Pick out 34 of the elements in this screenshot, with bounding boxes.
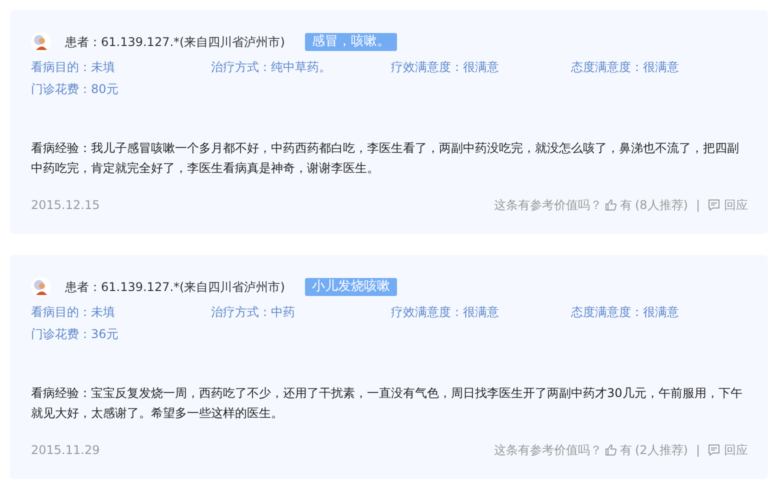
info-field: 门诊花费：36元 — [31, 323, 211, 345]
comment-icon — [708, 444, 720, 456]
reply-button[interactable]: 回应 — [708, 441, 748, 459]
helpful-button[interactable]: 有 — [604, 441, 632, 459]
info-field: 态度满意度：很满意 — [571, 56, 751, 78]
recommend-count: (2人推荐) — [634, 442, 688, 459]
separator: | — [696, 197, 700, 214]
info-field: 态度满意度：很满意 — [571, 301, 751, 323]
condition-tag: 感冒，咳嗽。 — [304, 33, 397, 51]
comment-icon — [708, 199, 720, 211]
helpful-question: 这条有参考价值吗？ — [494, 442, 602, 459]
helpful-question: 这条有参考价值吗？ — [494, 197, 602, 214]
info-field: 疗效满意度：很满意 — [391, 56, 571, 78]
condition-tag: 小儿发烧咳嗽 — [304, 278, 397, 296]
thumbs-up-icon — [604, 199, 617, 211]
info-field: 看病目的：未填 — [31, 301, 211, 323]
thumbs-up-icon — [604, 444, 617, 456]
helpful-button[interactable]: 有 — [604, 196, 632, 214]
experience-text: 看病经验：我儿子感冒咳嗽一个多月都不好，中药西药都白吃，李医生看了，两副中药没吃完，就没怎么咳了，鼻涕也不流了，把四副中药吃完，肯定就完全好了，李医生看病真是神奇，谢谢李医生。 — [31, 140, 740, 177]
info-field: 治疗方式：纯中草药。 — [211, 56, 391, 78]
user-avatar-icon — [31, 32, 51, 52]
patient-info: 患者：61.139.127.*(来自四川省泸州市) — [65, 279, 285, 296]
patient-info: 患者：61.139.127.*(来自四川省泸州市) — [65, 34, 285, 51]
experience-text: 看病经验：宝宝反复发烧一周，西药吃了不少，还用了干扰素，一直没有气色，周日找李医生开了两副中药才30几元，午前服用，下午就见大好，太感谢了。希望多一些这样的医生。 — [31, 385, 743, 422]
recommend-count: (8人推荐) — [634, 197, 688, 214]
info-field: 看病目的：未填 — [31, 56, 211, 78]
user-avatar-icon — [31, 277, 51, 297]
review-date: 2015.11.29 — [31, 442, 100, 459]
review-date: 2015.12.15 — [31, 197, 100, 214]
separator: | — [696, 442, 700, 459]
reply-button[interactable]: 回应 — [708, 196, 748, 214]
info-field: 治疗方式：中药 — [211, 301, 391, 323]
info-field: 门诊花费：80元 — [31, 78, 211, 100]
info-field: 疗效满意度：很满意 — [391, 301, 571, 323]
